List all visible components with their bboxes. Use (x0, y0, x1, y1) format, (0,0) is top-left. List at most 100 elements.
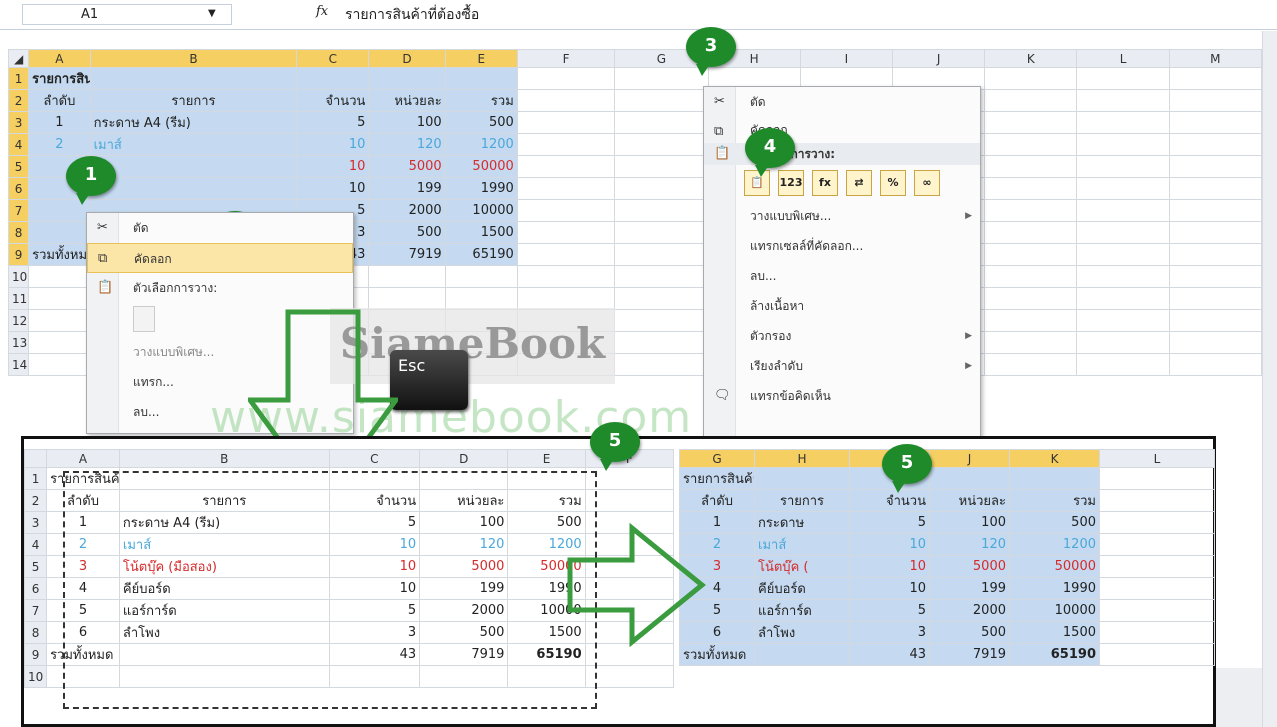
row-header[interactable]: 9 (7, 243, 30, 266)
table-cell[interactable] (1076, 353, 1170, 376)
select-all-corner[interactable]: ◢ (7, 49, 30, 68)
table-cell[interactable]: จำนวน (849, 489, 930, 512)
menu-item-paste-special[interactable]: วางแบบพิเศษ... ▶ (704, 201, 980, 231)
table-cell[interactable] (984, 265, 1078, 288)
table-cell[interactable]: 10 (296, 177, 370, 200)
table-cell[interactable]: รายการสินค้าที่ต้องซื้อ (679, 467, 755, 490)
table-cell[interactable]: ลำดับ (28, 89, 91, 112)
table-cell[interactable]: 1990 (444, 177, 518, 200)
table-cell[interactable] (1076, 177, 1170, 200)
table-cell[interactable]: 7919 (368, 243, 446, 266)
table-cell[interactable] (614, 177, 709, 200)
table-cell[interactable] (1099, 511, 1215, 534)
table-cell[interactable] (28, 265, 91, 288)
paste-option-icon[interactable]: fx (812, 170, 838, 196)
table-cell[interactable] (1168, 133, 1263, 156)
menu-item-copy[interactable]: ⧉คัดลอก (87, 243, 353, 273)
column-header[interactable]: E (444, 49, 518, 68)
table-cell[interactable] (1168, 67, 1263, 90)
table-cell[interactable] (1076, 265, 1170, 288)
table-cell[interactable]: 5000 (368, 155, 446, 178)
table-cell[interactable] (516, 221, 616, 244)
table-cell[interactable] (984, 111, 1078, 134)
table-cell[interactable]: 500 (929, 621, 1010, 644)
function-icon[interactable]: fx (316, 4, 328, 19)
table-cell[interactable] (614, 309, 709, 332)
table-cell[interactable]: โน้ตบุ๊ค ( (754, 555, 850, 578)
table-cell[interactable]: 5 (849, 511, 930, 534)
menu-item-filter[interactable]: ตัวกรอง ▶ (704, 321, 980, 351)
table-cell[interactable]: 65190 (444, 243, 518, 266)
table-cell[interactable] (984, 331, 1078, 354)
table-cell[interactable]: 10000 (1009, 599, 1100, 622)
table-cell[interactable]: 50000 (444, 155, 518, 178)
table-cell[interactable]: รวม (1009, 489, 1100, 512)
paste-option-icon[interactable]: ⇄ (846, 170, 872, 196)
table-cell[interactable]: 10000 (444, 199, 518, 222)
table-cell[interactable]: 500 (1009, 511, 1100, 534)
table-cell[interactable] (614, 133, 709, 156)
table-cell[interactable]: 500 (444, 111, 518, 134)
column-header[interactable]: K (984, 49, 1078, 68)
table-cell[interactable] (1076, 331, 1170, 354)
table-cell[interactable] (1168, 89, 1263, 112)
row-header[interactable]: 2 (7, 89, 30, 112)
table-cell[interactable]: หน่วยละ (368, 89, 446, 112)
paste-option-icon[interactable]: 123 (778, 170, 804, 196)
table-cell[interactable] (614, 243, 709, 266)
table-cell[interactable]: 2 (28, 133, 91, 156)
row-header[interactable]: 8 (23, 621, 48, 644)
table-cell[interactable] (28, 353, 91, 376)
row-header[interactable]: 10 (7, 265, 30, 288)
table-cell[interactable]: 1200 (444, 133, 518, 156)
chevron-down-icon[interactable]: ▼ (208, 8, 216, 19)
row-header[interactable]: 5 (23, 555, 48, 578)
table-cell[interactable] (89, 177, 298, 200)
table-cell[interactable] (984, 287, 1078, 310)
table-cell[interactable] (614, 67, 709, 90)
table-cell[interactable] (1168, 155, 1263, 178)
table-cell[interactable] (984, 89, 1078, 112)
table-cell[interactable] (89, 155, 298, 178)
table-cell[interactable]: รายการสินค้าที่ต้องซื้อ (28, 67, 91, 90)
table-cell[interactable]: 500 (368, 221, 446, 244)
table-cell[interactable] (28, 221, 91, 244)
table-cell[interactable] (584, 467, 675, 490)
column-header[interactable]: M (1168, 49, 1263, 68)
table-cell[interactable] (1168, 111, 1263, 134)
table-cell[interactable] (516, 133, 616, 156)
table-cell[interactable] (1099, 533, 1215, 556)
row-header[interactable]: 4 (7, 133, 30, 156)
table-cell[interactable]: ลำโพง (754, 621, 850, 644)
row-header[interactable]: 3 (7, 111, 30, 134)
menu-item-cut[interactable]: ✂ ตัด (704, 87, 980, 117)
table-cell[interactable]: 1500 (1009, 621, 1100, 644)
column-header[interactable]: J (929, 449, 1010, 468)
column-header[interactable]: H (754, 449, 850, 468)
table-cell[interactable] (1099, 467, 1215, 490)
table-cell[interactable] (584, 489, 675, 512)
table-cell[interactable]: 199 (368, 177, 446, 200)
paste-option-icon[interactable]: ∞ (914, 170, 940, 196)
table-cell[interactable]: 10 (849, 533, 930, 556)
column-header[interactable]: A (46, 449, 120, 468)
table-cell[interactable] (1099, 643, 1215, 666)
column-header[interactable]: C (328, 449, 421, 468)
table-cell[interactable] (614, 111, 709, 134)
row-header[interactable]: 5 (7, 155, 30, 178)
table-cell[interactable]: แอร์การ์ด (754, 599, 850, 622)
table-cell[interactable]: รายการ (754, 489, 850, 512)
table-cell[interactable] (614, 199, 709, 222)
vertical-scrollbar[interactable] (1262, 31, 1277, 727)
row-header[interactable]: 10 (23, 665, 48, 688)
table-cell[interactable] (516, 67, 616, 90)
table-cell[interactable] (1099, 555, 1215, 578)
table-cell[interactable]: 100 (929, 511, 1010, 534)
table-cell[interactable] (516, 243, 616, 266)
table-cell[interactable] (1168, 331, 1263, 354)
row-header[interactable]: 7 (23, 599, 48, 622)
table-cell[interactable] (516, 265, 616, 288)
column-header[interactable]: G (679, 449, 755, 468)
table-cell[interactable]: 10 (296, 155, 370, 178)
table-cell[interactable] (984, 221, 1078, 244)
